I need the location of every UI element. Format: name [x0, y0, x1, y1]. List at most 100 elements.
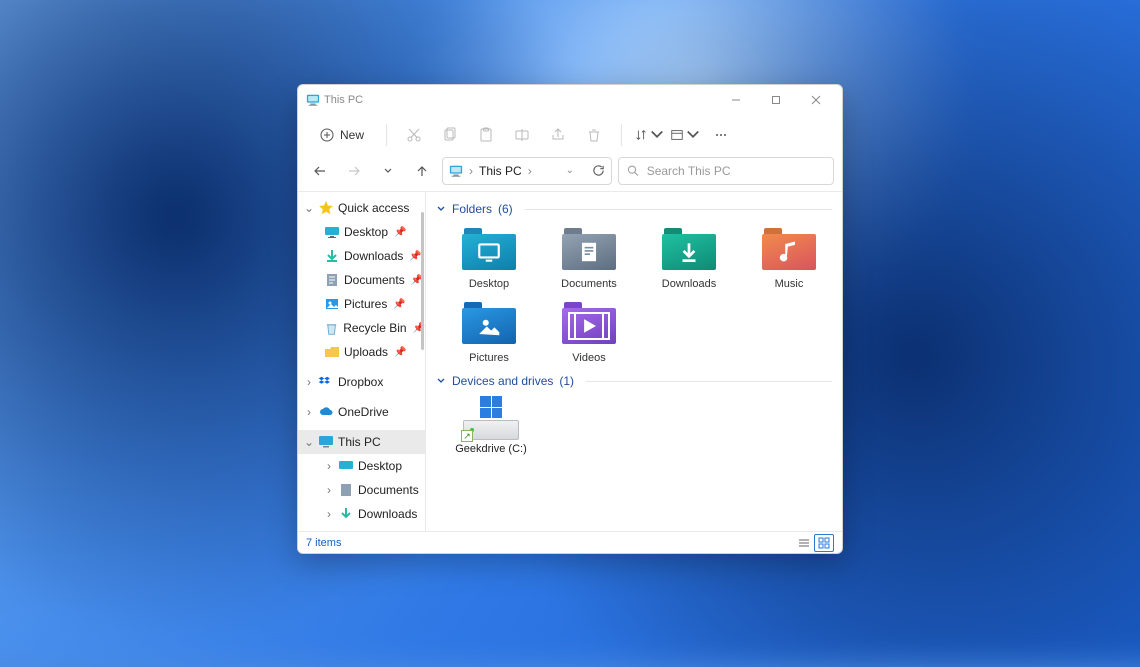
delete-button[interactable] [579, 121, 609, 149]
folder-tile-videos[interactable]: Videos [550, 298, 628, 364]
up-button[interactable] [408, 157, 436, 185]
folders-grid: Desktop Documents Downloads Music Pictur… [436, 220, 832, 370]
sidebar-item-pictures[interactable]: Pictures 📌 [318, 292, 425, 316]
folder-icon [662, 228, 716, 270]
folder-icon [762, 228, 816, 270]
group-count: (6) [498, 202, 513, 216]
sidebar-item-label: Downloads [344, 249, 403, 263]
sidebar-item-label: Uploads [344, 345, 388, 359]
sidebar-item-recycle-bin[interactable]: Recycle Bin 📌 [318, 316, 425, 340]
chevron-right-icon[interactable]: › [304, 375, 314, 389]
rename-icon [514, 127, 530, 143]
sidebar-item-label: Desktop [358, 459, 402, 473]
sidebar-item-downloads[interactable]: Downloads 📌 [318, 244, 425, 268]
sidebar-item-documents[interactable]: Documents 📌 [318, 268, 425, 292]
tile-label: Desktop [469, 278, 509, 290]
drive-tile-c[interactable]: ↗ Geekdrive (C:) [450, 396, 532, 455]
separator [386, 124, 387, 146]
command-bar: New [298, 115, 842, 156]
folder-tile-music[interactable]: Music [750, 224, 828, 290]
sidebar-item-pc-downloads[interactable]: › Downloads [318, 502, 425, 526]
cut-button[interactable] [399, 121, 429, 149]
sidebar-scrollbar[interactable] [421, 212, 424, 350]
titlebar: This PC [298, 85, 842, 115]
chevron-right-icon[interactable]: › [324, 507, 334, 521]
shortcut-overlay-icon: ↗ [461, 430, 473, 442]
share-button[interactable] [543, 121, 573, 149]
copy-icon [442, 127, 458, 143]
document-icon [324, 272, 340, 288]
chevron-right-icon[interactable]: › [528, 164, 532, 178]
folder-icon [562, 228, 616, 270]
sidebar-item-label: Documents [358, 483, 419, 497]
ellipsis-icon [713, 127, 729, 143]
address-dropdown-button[interactable]: ⌄ [566, 165, 574, 176]
chevron-down-icon[interactable]: ⌄ [304, 435, 314, 449]
sidebar-item-pc-documents[interactable]: › Documents [318, 478, 425, 502]
search-box[interactable] [618, 157, 834, 185]
folder-tile-documents[interactable]: Documents [550, 224, 628, 290]
details-view-button[interactable] [794, 534, 814, 552]
chevron-down-icon [650, 127, 664, 143]
sidebar-item-pc-desktop[interactable]: › Desktop [318, 454, 425, 478]
rename-button[interactable] [507, 121, 537, 149]
sidebar-item-uploads[interactable]: Uploads 📌 [318, 340, 425, 364]
address-bar[interactable]: › This PC › ⌄ [442, 157, 612, 185]
status-bar: 7 items [298, 531, 842, 553]
view-button[interactable] [670, 121, 700, 149]
navigation-row: › This PC › ⌄ [298, 156, 842, 192]
star-icon [318, 200, 334, 216]
paste-button[interactable] [471, 121, 501, 149]
sidebar-item-label: Quick access [338, 201, 409, 215]
chevron-right-icon[interactable]: › [469, 164, 473, 178]
sidebar-item-quick-access[interactable]: ⌄ Quick access [298, 196, 425, 220]
divider [525, 209, 832, 210]
window-body: ⌄ Quick access Desktop 📌 Downloads 📌 [298, 191, 842, 531]
desktop-icon [324, 224, 340, 240]
chevron-right-icon[interactable]: › [304, 405, 314, 419]
separator [621, 124, 622, 146]
icons-view-button[interactable] [814, 534, 834, 552]
chevron-right-icon[interactable]: › [324, 483, 334, 497]
drives-grid: ↗ Geekdrive (C:) [436, 392, 832, 461]
desktop-icon [338, 458, 354, 474]
sidebar-item-desktop[interactable]: Desktop 📌 [318, 220, 425, 244]
document-icon [338, 482, 354, 498]
windows-logo-icon [480, 396, 502, 418]
scissors-icon [406, 127, 422, 143]
back-button[interactable] [306, 157, 334, 185]
sidebar-item-label: Pictures [344, 297, 387, 311]
sidebar-item-onedrive[interactable]: › OneDrive [298, 400, 425, 424]
group-header-folders[interactable]: Folders (6) [436, 198, 832, 220]
recent-locations-button[interactable] [374, 157, 402, 185]
sort-button[interactable] [634, 121, 664, 149]
tile-label: Downloads [662, 278, 716, 290]
tile-label: Pictures [469, 352, 509, 364]
copy-button[interactable] [435, 121, 465, 149]
plus-circle-icon [320, 128, 334, 142]
layout-icon [670, 127, 684, 143]
folder-tile-desktop[interactable]: Desktop [450, 224, 528, 290]
group-title: Devices and drives [452, 374, 553, 388]
forward-button[interactable] [340, 157, 368, 185]
clipboard-icon [478, 127, 494, 143]
new-button[interactable]: New [310, 121, 374, 149]
chevron-right-icon[interactable]: › [324, 459, 334, 473]
sidebar-item-dropbox[interactable]: › Dropbox [298, 370, 425, 394]
folder-tile-pictures[interactable]: Pictures [450, 298, 528, 364]
minimize-button[interactable] [716, 86, 756, 114]
search-input[interactable] [647, 164, 825, 178]
maximize-button[interactable] [756, 86, 796, 114]
group-header-drives[interactable]: Devices and drives (1) [436, 370, 832, 392]
chevron-down-icon[interactable]: ⌄ [304, 201, 314, 215]
sidebar-item-this-pc[interactable]: ⌄ This PC [298, 430, 425, 454]
folder-icon [462, 228, 516, 270]
more-button[interactable] [706, 121, 736, 149]
refresh-button[interactable] [592, 164, 605, 177]
folder-tile-downloads[interactable]: Downloads [650, 224, 728, 290]
tile-label: Videos [572, 352, 605, 364]
pin-icon: 📌 [394, 347, 406, 358]
close-button[interactable] [796, 86, 836, 114]
pin-icon: 📌 [394, 227, 406, 238]
breadcrumb-this-pc[interactable]: This PC [479, 164, 522, 178]
